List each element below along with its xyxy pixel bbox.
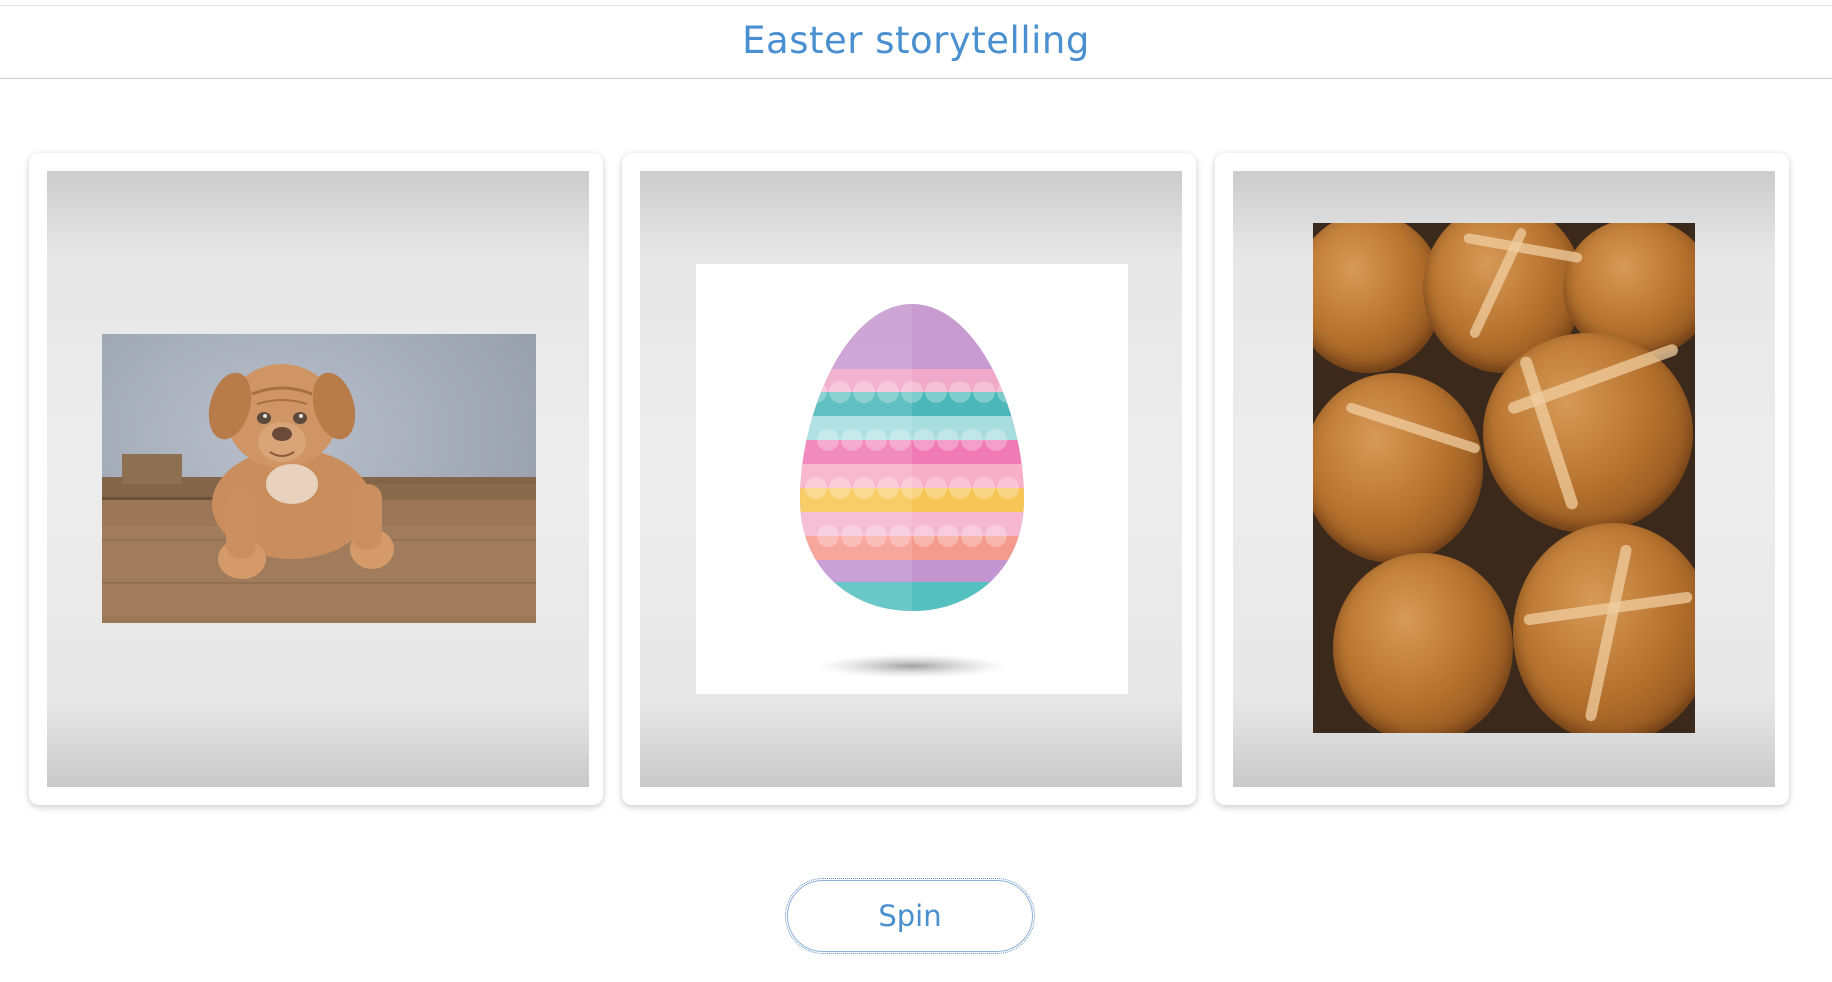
- story-slot-3: [1233, 171, 1775, 787]
- page-title: Easter storytelling: [742, 18, 1090, 62]
- bun-shape: [1483, 333, 1693, 533]
- story-slot-2: [640, 171, 1182, 787]
- puppy-image: [102, 334, 536, 623]
- bun-shape: [1333, 553, 1513, 733]
- story-card-1: [29, 153, 603, 805]
- easter-egg-illustration: [800, 304, 1024, 678]
- bun-shape: [1313, 373, 1483, 563]
- spin-button[interactable]: Spin: [785, 878, 1035, 954]
- puppy-illustration: [102, 364, 536, 623]
- page-header: Easter storytelling: [0, 6, 1832, 79]
- story-slot-1: [47, 171, 589, 787]
- easter-egg-image: [696, 264, 1128, 694]
- hot-cross-buns-image: [1313, 223, 1695, 733]
- story-card-3: [1215, 153, 1789, 805]
- story-card-2: [622, 153, 1196, 805]
